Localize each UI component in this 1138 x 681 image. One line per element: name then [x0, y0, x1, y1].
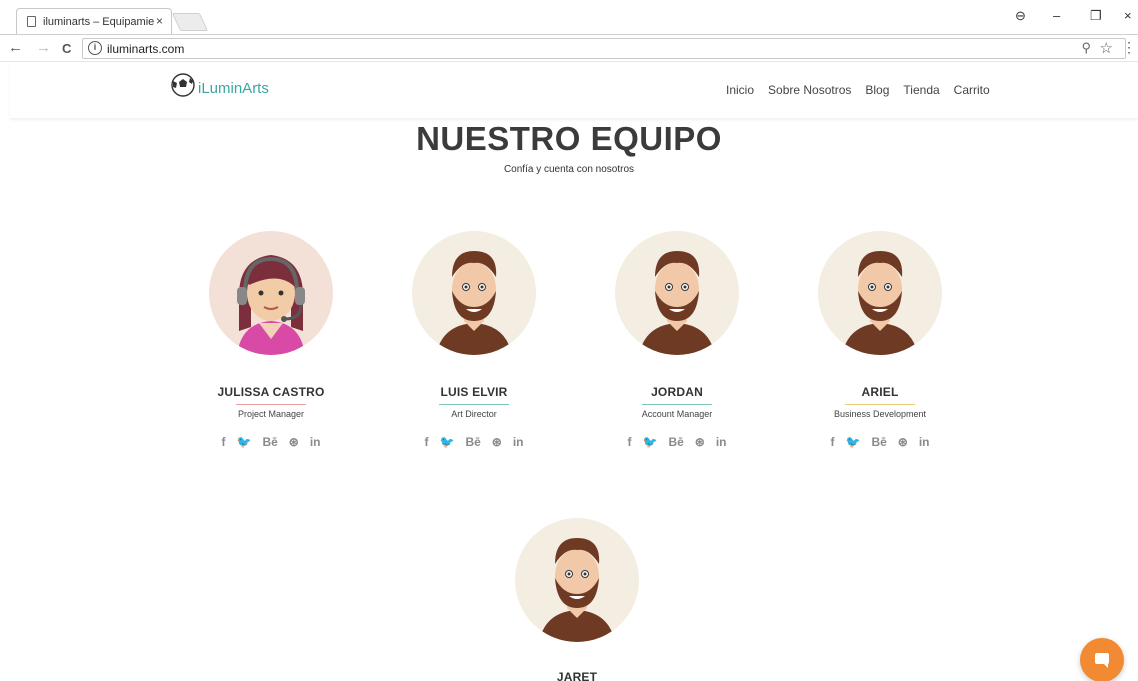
nav-item-carrito[interactable]: Carrito — [954, 83, 990, 97]
chat-button[interactable] — [1080, 638, 1124, 681]
avatar-bearded-man — [615, 231, 739, 355]
dribbble-icon[interactable]: ⊛ — [695, 436, 705, 448]
behance-icon[interactable]: Bē — [262, 436, 277, 448]
avatar-woman-headset — [209, 231, 333, 355]
team-member-card: ARIEL Business Development f 🐦 Bē ⊛ in — [790, 231, 970, 448]
nav-item-blog[interactable]: Blog — [865, 83, 889, 97]
facebook-icon[interactable]: f — [221, 436, 225, 448]
page-icon — [27, 16, 36, 27]
member-name: JULISSA CASTRO — [217, 385, 325, 399]
zoom-icon[interactable]: ⚲ — [1081, 40, 1091, 56]
tab-close-icon[interactable]: × — [156, 14, 163, 28]
avatar-bearded-man — [412, 231, 536, 355]
reload-button[interactable]: C — [62, 41, 71, 56]
dribbble-icon[interactable]: ⊛ — [898, 436, 908, 448]
profile-icon[interactable]: ⊖ — [1015, 8, 1026, 24]
facebook-icon[interactable]: f — [627, 436, 631, 448]
avatar-bearded-man — [818, 231, 942, 355]
forward-button[interactable]: → — [36, 39, 51, 56]
member-divider — [439, 404, 509, 405]
section-subtitle: Confía y cuenta con nosotros — [503, 164, 635, 175]
team-member-card: JULISSA CASTRO Project Manager f 🐦 Bē ⊛ … — [181, 231, 361, 448]
facebook-icon[interactable]: f — [830, 436, 834, 448]
section-title: NUESTRO EQUIPO — [416, 120, 722, 157]
member-name: JORDAN — [651, 385, 703, 399]
team-member-card: JORDAN Account Manager f 🐦 Bē ⊛ in — [587, 231, 767, 448]
behance-icon[interactable]: Bē — [871, 436, 886, 448]
social-links: f 🐦 Bē ⊛ in — [587, 436, 767, 448]
member-divider — [642, 404, 712, 405]
site-header: iLuminArts Inicio Sobre Nosotros Blog Ti… — [10, 62, 1138, 118]
member-name: JARET — [556, 670, 598, 681]
back-button[interactable]: ← — [8, 39, 23, 56]
url-text: iluminarts.com — [107, 42, 185, 56]
browser-window: iluminarts – Equipamient × ⊖ – ❐ × ← → C… — [0, 0, 1138, 681]
logo-text: iLuminArts — [198, 80, 269, 97]
chat-bubble-icon — [1095, 653, 1109, 668]
site-logo[interactable]: iLuminArts — [170, 72, 269, 98]
member-role: Account Manager — [641, 409, 713, 419]
linkedin-icon[interactable]: in — [716, 436, 727, 448]
nav-item-sobre-nosotros[interactable]: Sobre Nosotros — [768, 83, 851, 97]
member-role: Project Manager — [237, 409, 305, 419]
twitter-icon[interactable]: 🐦 — [439, 436, 454, 448]
dribbble-icon[interactable]: ⊛ — [289, 436, 299, 448]
browser-tab[interactable]: iluminarts – Equipamient × — [16, 8, 172, 34]
facebook-icon[interactable]: f — [424, 436, 428, 448]
member-name: LUIS ELVIR — [440, 385, 508, 399]
close-window-button[interactable]: × — [1124, 8, 1132, 23]
logo-ball-icon — [170, 72, 196, 98]
twitter-icon[interactable]: 🐦 — [845, 436, 860, 448]
tab-title: iluminarts – Equipamient — [43, 15, 155, 28]
linkedin-icon[interactable]: in — [513, 436, 524, 448]
social-links: f 🐦 Bē ⊛ in — [790, 436, 970, 448]
linkedin-icon[interactable]: in — [310, 436, 321, 448]
member-name: ARIEL — [861, 385, 899, 399]
nav-item-inicio[interactable]: Inicio — [726, 83, 754, 97]
browser-toolbar: ← → C i iluminarts.com ⚲ ☆ ⋮ — [0, 34, 1138, 62]
social-links: f 🐦 Bē ⊛ in — [181, 436, 361, 448]
member-role: Art Director — [451, 409, 497, 419]
social-links: f 🐦 Bē ⊛ in — [384, 436, 564, 448]
twitter-icon[interactable]: 🐦 — [642, 436, 657, 448]
address-bar[interactable]: i iluminarts.com ⚲ ☆ — [82, 38, 1126, 59]
member-divider — [845, 404, 915, 405]
new-tab-button[interactable] — [171, 13, 209, 31]
nav-item-tienda[interactable]: Tienda — [903, 83, 939, 97]
member-role: Business Development — [833, 409, 927, 419]
restore-button[interactable]: ❐ — [1090, 8, 1102, 24]
main-nav: Inicio Sobre Nosotros Blog Tienda Carrit… — [726, 83, 990, 97]
behance-icon[interactable]: Bē — [668, 436, 683, 448]
twitter-icon[interactable]: 🐦 — [236, 436, 251, 448]
team-member-card: JARET — [487, 518, 667, 681]
info-icon[interactable]: i — [88, 41, 102, 55]
minimize-button[interactable]: – — [1053, 8, 1060, 23]
behance-icon[interactable]: Bē — [465, 436, 480, 448]
member-divider — [236, 404, 306, 405]
dribbble-icon[interactable]: ⊛ — [492, 436, 502, 448]
bookmark-star-icon[interactable]: ☆ — [1100, 39, 1113, 57]
team-member-card: LUIS ELVIR Art Director f 🐦 Bē ⊛ in — [384, 231, 564, 448]
linkedin-icon[interactable]: in — [919, 436, 930, 448]
menu-icon[interactable]: ⋮ — [1122, 39, 1136, 56]
avatar-bearded-man — [515, 518, 639, 642]
tab-bar: iluminarts – Equipamient × ⊖ – ❐ × — [0, 0, 1138, 34]
